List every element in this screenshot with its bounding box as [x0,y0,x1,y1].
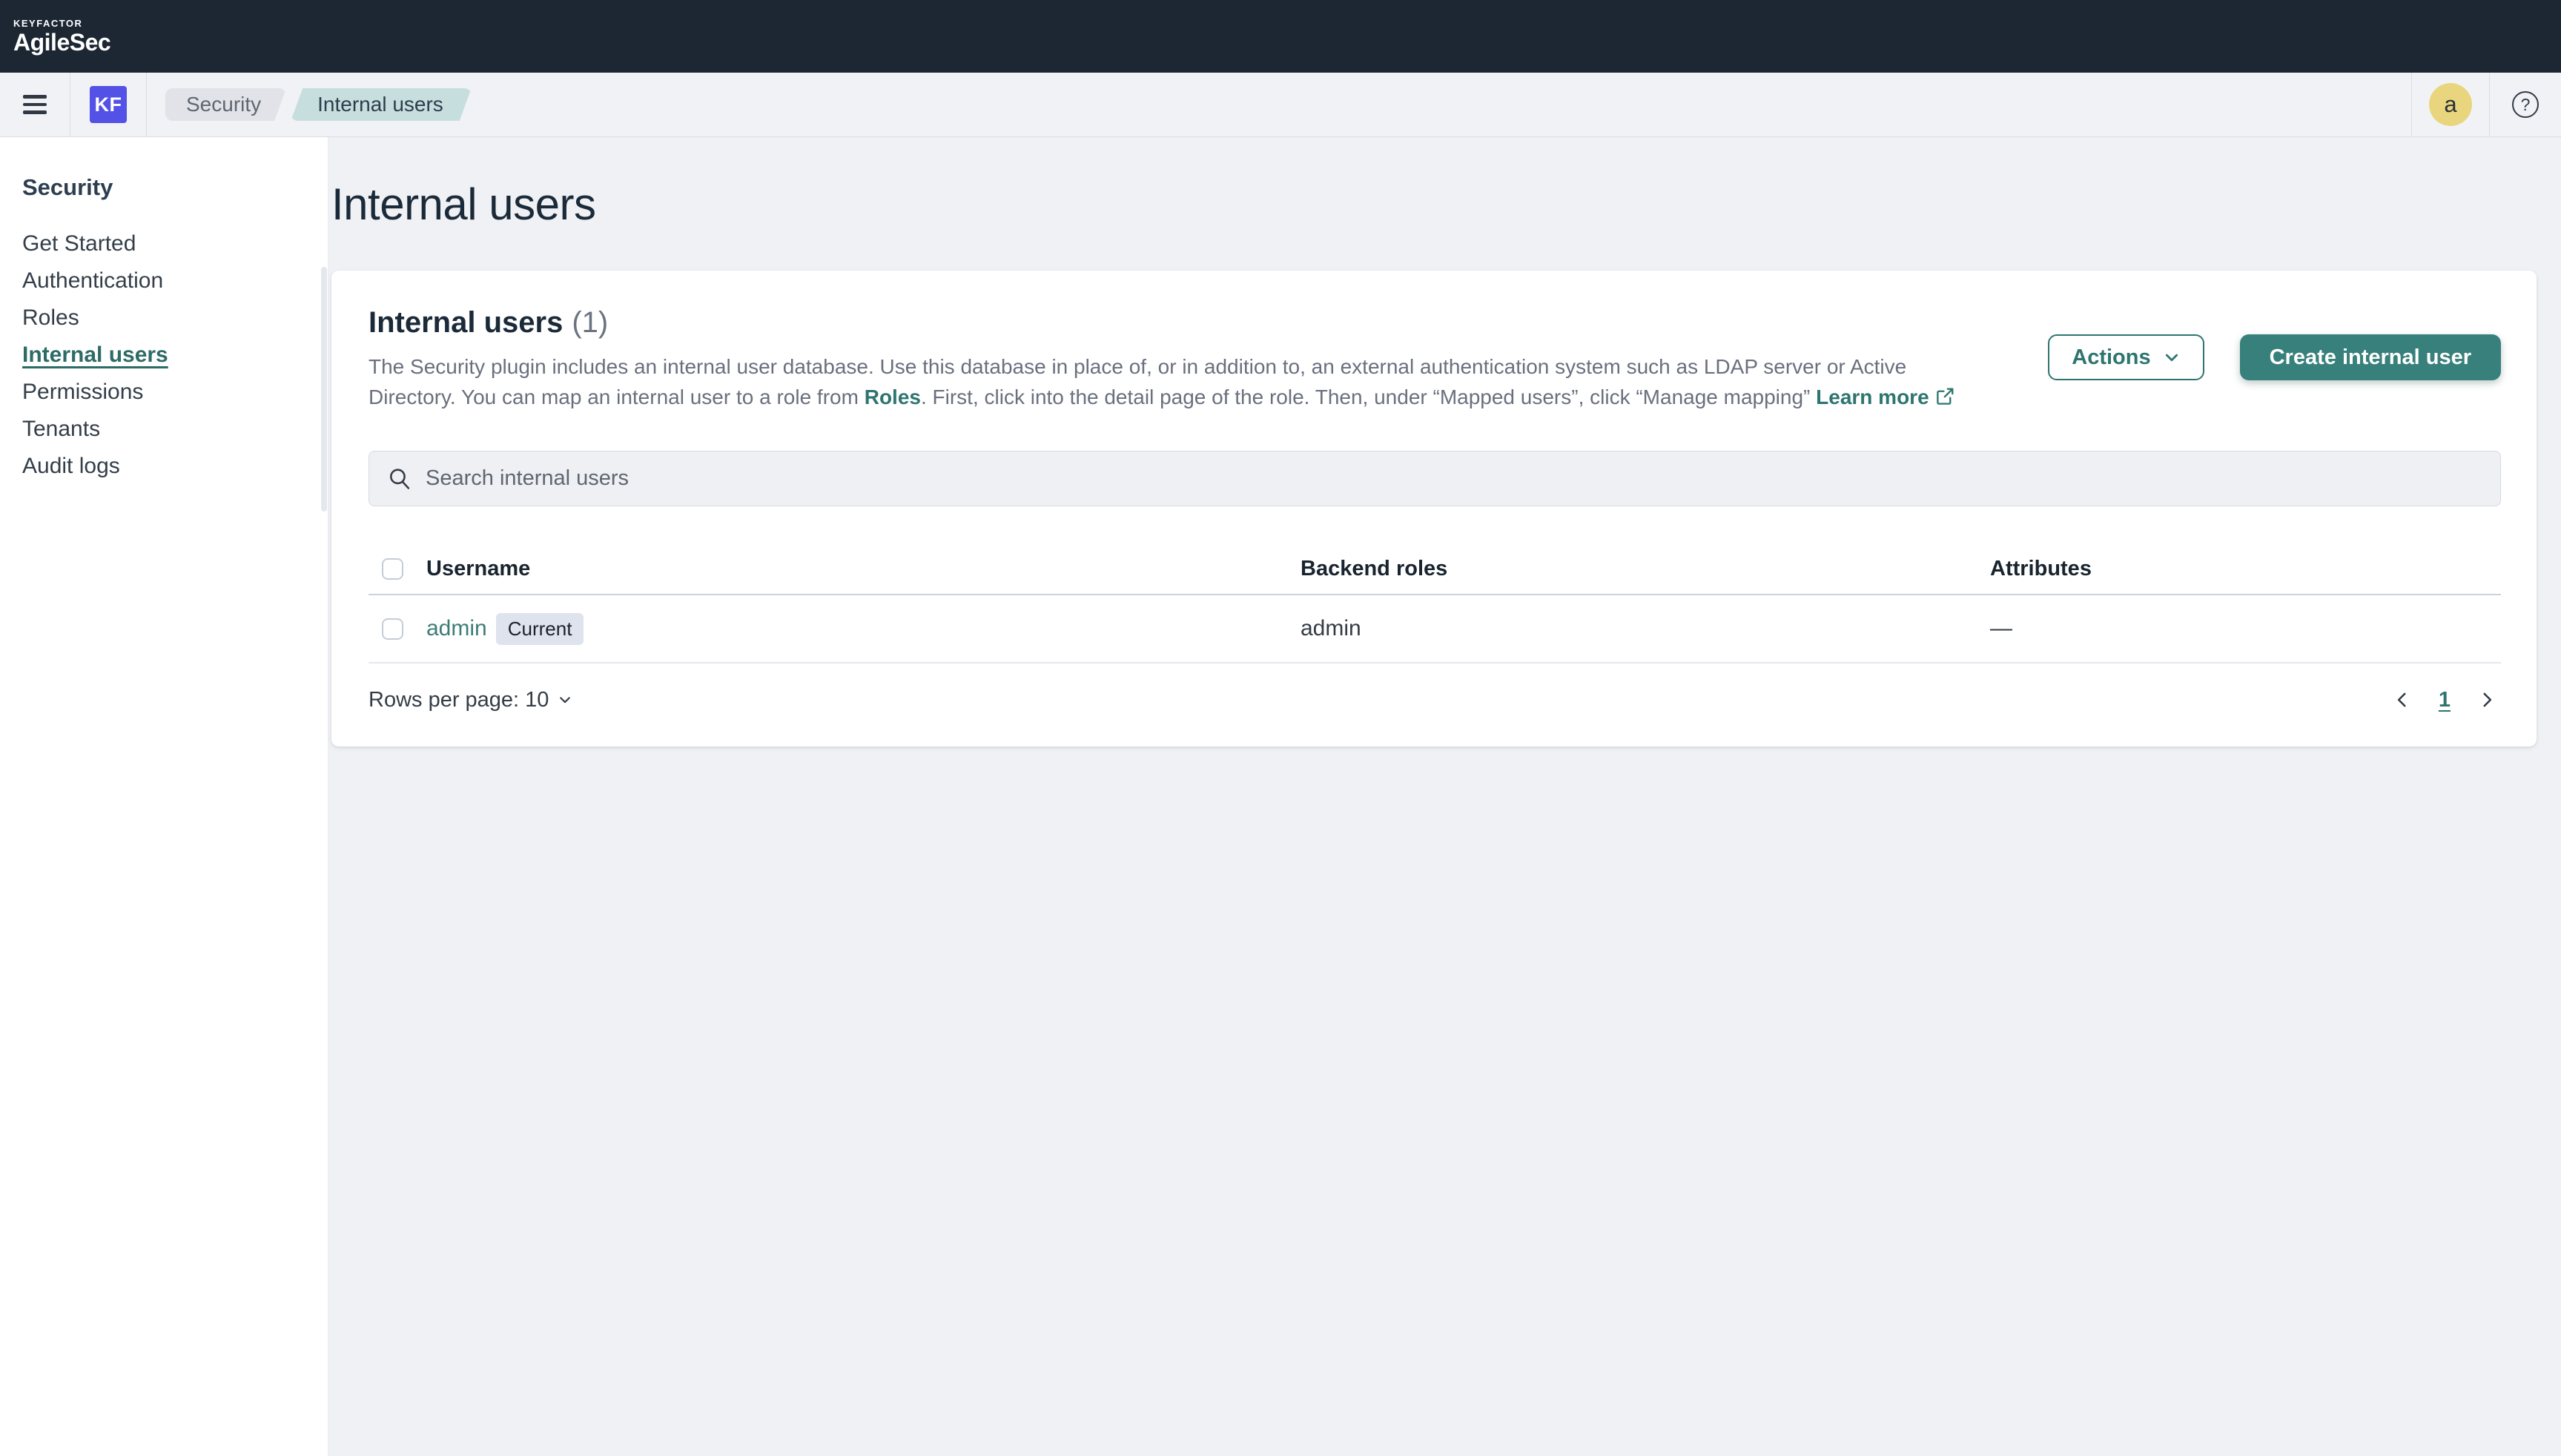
row-checkbox[interactable] [382,618,403,640]
description-part2: . First, click into the detail page of t… [921,385,1816,408]
sidebar-item-internal-users: Internal users [22,337,328,374]
brand-company: KEYFACTOR [13,19,110,28]
page-title: Internal users [331,179,2537,230]
actions-button[interactable]: Actions [2048,334,2204,380]
chevron-down-icon [2163,348,2181,366]
select-all-checkbox[interactable] [382,558,403,580]
app-logo[interactable]: KF [90,86,127,123]
brand-logo: KEYFACTOR AgileSec [0,19,110,54]
menu-hamburger-icon[interactable] [23,90,47,119]
breadcrumb-security[interactable]: Security [165,88,286,121]
panel-count: (1) [572,306,608,340]
sidebar: Security Get Started Authentication Role… [0,137,328,1456]
breadcrumb: Security Internal users [165,88,472,121]
pagination-bar: Rows per page: 10 1 [369,686,2501,714]
chevron-down-icon [558,692,572,707]
search-icon [387,466,412,492]
rows-per-page-button[interactable]: Rows per page: 10 [369,688,572,712]
navbar-right: a ? [2411,73,2561,136]
users-table: Username Backend roles Attributes admin … [369,543,2501,664]
username-link[interactable]: admin [426,616,487,641]
chevron-right-icon [2477,690,2496,709]
sidebar-link-get-started[interactable]: Get Started [22,231,136,257]
sidebar-item-authentication: Authentication [22,262,328,300]
navbar-divider [2411,73,2412,136]
navbar-left: KF Security Internal users [0,73,472,136]
navbar: KF Security Internal users a ? [0,73,2561,137]
sidebar-link-permissions[interactable]: Permissions [22,380,143,405]
sidebar-scrollbar[interactable] [321,267,327,512]
navbar-divider [2489,73,2490,136]
sidebar-link-tenants[interactable]: Tenants [22,417,100,442]
learn-more-link[interactable]: Learn more [1816,385,1929,408]
search-input[interactable] [426,466,2482,491]
sidebar-nav: Get Started Authentication Roles Interna… [22,225,328,485]
previous-page-button[interactable] [2388,686,2416,714]
attributes-cell: — [1990,616,2501,641]
backend-roles-cell: admin [1301,616,1990,641]
sidebar-item-audit-logs: Audit logs [22,448,328,485]
search-bar [369,451,2501,506]
column-header-backend-roles: Backend roles [1301,557,1990,581]
avatar[interactable]: a [2429,83,2472,126]
page-controls: 1 [2388,686,2501,714]
breadcrumb-internal-users[interactable]: Internal users [291,88,472,121]
table-row: admin Current admin — [369,595,2501,664]
create-internal-user-button[interactable]: Create internal user [2240,334,2501,380]
sidebar-item-tenants: Tenants [22,411,328,448]
table-header-row: Username Backend roles Attributes [369,543,2501,595]
brand-product: AgileSec [13,30,110,54]
column-header-username: Username [426,557,1301,581]
column-header-attributes: Attributes [1990,557,2501,581]
chevron-left-icon [2393,690,2412,709]
navbar-divider [146,73,147,136]
roles-link[interactable]: Roles [865,385,921,408]
external-link-icon [1935,386,1955,406]
actions-button-label: Actions [2072,345,2150,370]
panel-actions: Actions Create internal user [2048,334,2501,380]
panel-description: The Security plugin includes an internal… [369,351,1985,412]
sidebar-item-get-started: Get Started [22,225,328,262]
sidebar-link-roles[interactable]: Roles [22,305,79,331]
page-number-1[interactable]: 1 [2439,688,2451,712]
sidebar-link-audit-logs[interactable]: Audit logs [22,454,120,479]
main-content: Internal users Internal users (1) The Se… [328,137,2561,1456]
help-icon[interactable]: ? [2512,91,2539,118]
current-badge: Current [496,613,584,645]
sidebar-item-permissions: Permissions [22,374,328,411]
sidebar-link-authentication[interactable]: Authentication [22,268,163,294]
panel-title-text: Internal users [369,306,563,340]
sidebar-heading: Security [22,174,328,201]
top-brand-bar: KEYFACTOR AgileSec [0,0,2561,73]
sidebar-link-internal-users[interactable]: Internal users [22,343,168,368]
sidebar-item-roles: Roles [22,300,328,337]
rows-per-page-label: Rows per page: 10 [369,688,549,712]
next-page-button[interactable] [2473,686,2501,714]
internal-users-panel: Internal users (1) The Security plugin i… [331,271,2537,747]
